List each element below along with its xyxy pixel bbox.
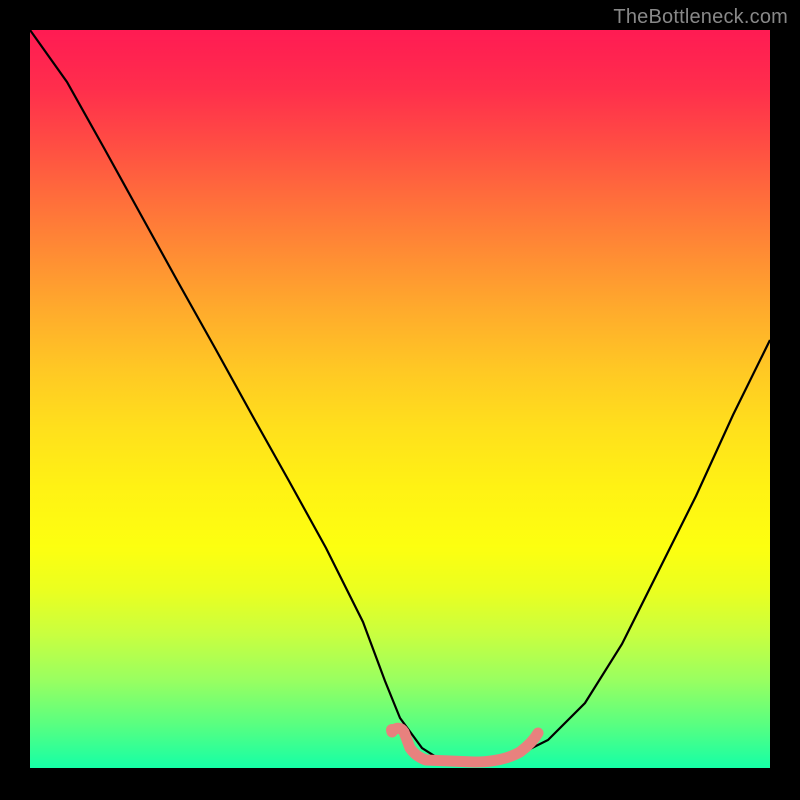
- chart-frame: [30, 30, 770, 770]
- attribution-text: TheBottleneck.com: [613, 6, 788, 29]
- optimal-range-marker: [392, 728, 538, 762]
- marker-dot-left: [386, 724, 398, 736]
- chart-overlay: [30, 30, 770, 770]
- marker-dot-right: [533, 728, 543, 738]
- bottleneck-curve-line: [30, 30, 770, 762]
